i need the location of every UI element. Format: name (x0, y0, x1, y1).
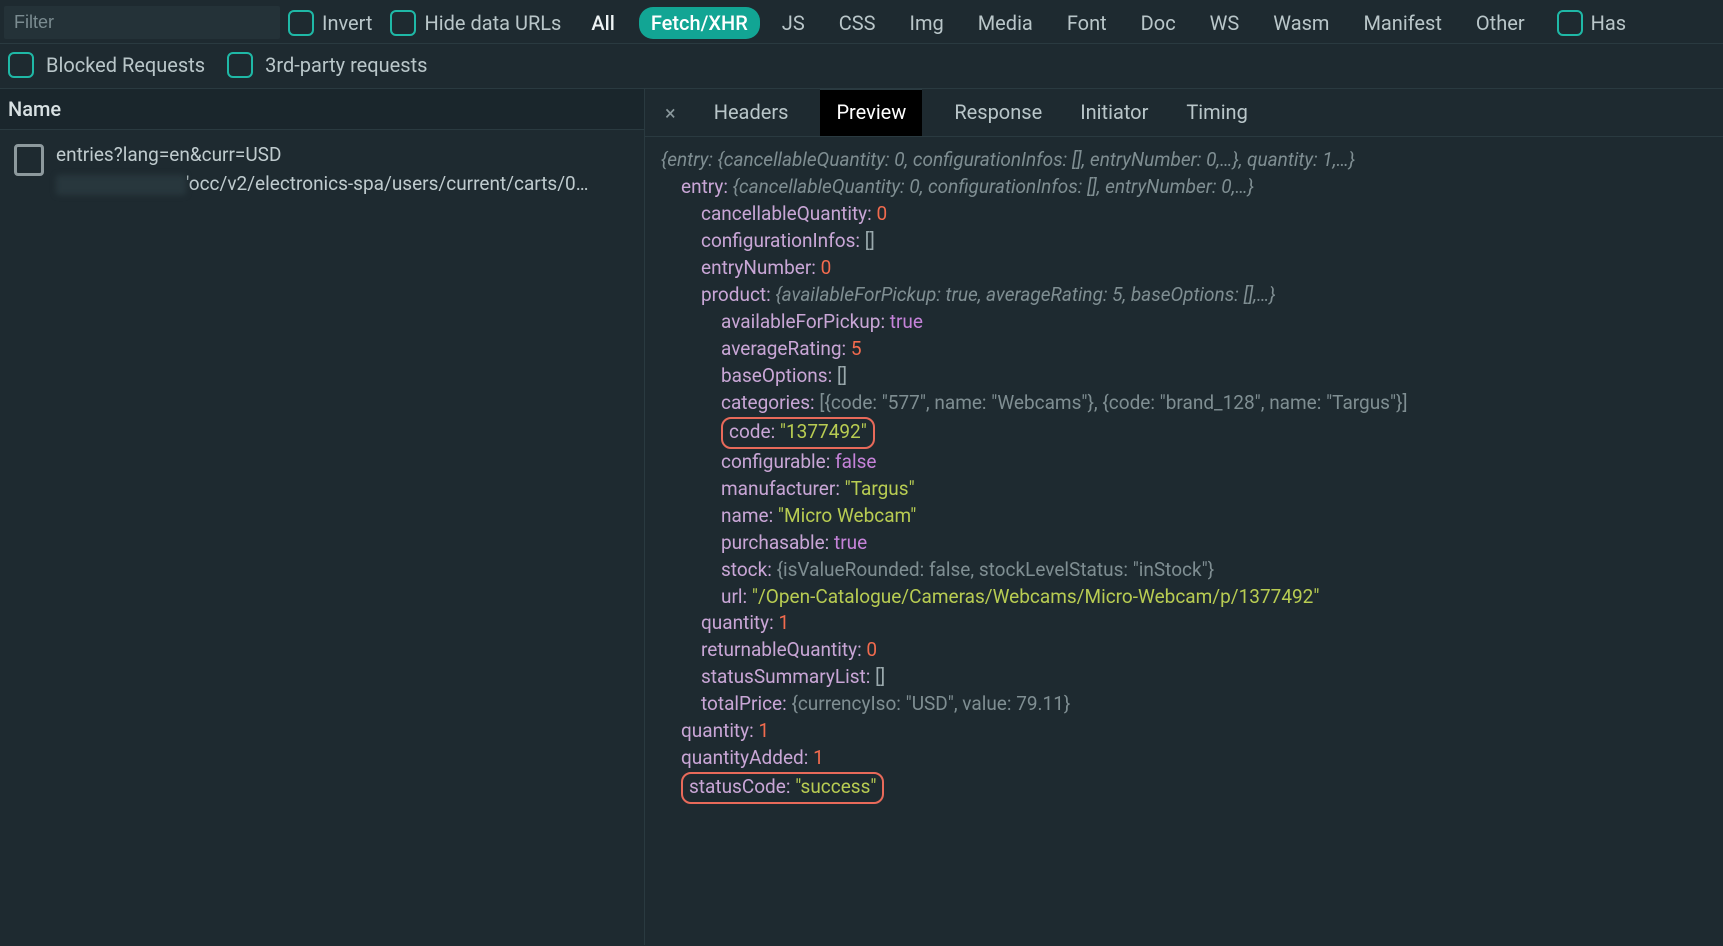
blocked-requests-checkbox[interactable] (8, 52, 34, 78)
close-icon[interactable]: × (659, 97, 682, 129)
highlight-statusCode: statusCode: "success" (681, 772, 884, 804)
request-list-pane: Name entries?lang=en&curr=USD 'occ/v2/el… (0, 89, 645, 945)
detail-tabbar: × Headers Preview Response Initiator Timing (645, 89, 1723, 137)
json-key-returnableQuantity[interactable]: returnableQuantity: 0 (661, 637, 1707, 664)
third-party-label: 3rd-party requests (265, 53, 427, 77)
json-key-categories[interactable]: categories: [{code: "577", name: "Webcam… (661, 390, 1707, 417)
type-filter-font[interactable]: Font (1055, 7, 1119, 39)
request-type-icon (14, 144, 44, 176)
tab-preview[interactable]: Preview (820, 89, 922, 136)
request-row[interactable]: entries?lang=en&curr=USD 'occ/v2/electro… (0, 130, 644, 209)
json-key-statusSummaryList[interactable]: statusSummaryList: [] (661, 664, 1707, 691)
tab-headers[interactable]: Headers (708, 90, 795, 136)
column-header-name[interactable]: Name (0, 89, 644, 130)
json-key-statusCode[interactable]: statusCode: "success" (661, 772, 1707, 804)
type-filter-js[interactable]: JS (770, 7, 817, 39)
tab-response[interactable]: Response (948, 90, 1048, 136)
hide-data-urls-label: Hide data URLs (424, 11, 561, 35)
json-key-cancellableQuantity[interactable]: cancellableQuantity: 0 (661, 201, 1707, 228)
json-key-code[interactable]: code: "1377492" (661, 417, 1707, 449)
json-key-totalPrice[interactable]: totalPrice: {currencyIso: "USD", value: … (661, 691, 1707, 718)
invert-checkbox[interactable] (288, 10, 314, 36)
highlight-code: code: "1377492" (721, 417, 875, 449)
json-key-configurationInfos[interactable]: configurationInfos: [] (661, 228, 1707, 255)
blocked-requests-label: Blocked Requests (46, 53, 205, 77)
has-blocked-cookies-checkbox[interactable] (1557, 10, 1583, 36)
request-name: entries?lang=en&curr=USD 'occ/v2/electro… (56, 140, 588, 199)
type-filter-media[interactable]: Media (966, 7, 1045, 39)
json-key-configurable[interactable]: configurable: false (661, 449, 1707, 476)
tab-timing[interactable]: Timing (1180, 90, 1253, 136)
type-filter-fetchxhr[interactable]: Fetch/XHR (639, 7, 760, 39)
preview-json-tree[interactable]: {entry: {cancellableQuantity: 0, configu… (645, 137, 1723, 824)
json-key-stock[interactable]: stock: {isValueRounded: false, stockLeve… (661, 557, 1707, 584)
json-key-availableForPickup[interactable]: availableForPickup: true (661, 309, 1707, 336)
json-key-purchasable[interactable]: purchasable: true (661, 530, 1707, 557)
request-name-line2: 'occ/v2/electronics-spa/users/current/ca… (56, 169, 588, 198)
json-key-quantity[interactable]: quantity: 1 (661, 610, 1707, 637)
hide-data-urls-checkbox[interactable] (390, 10, 416, 36)
json-key-top-quantity[interactable]: quantity: 1 (661, 718, 1707, 745)
type-filter-css[interactable]: CSS (827, 7, 888, 39)
type-filter-wasm[interactable]: Wasm (1261, 7, 1341, 39)
json-key-entry[interactable]: entry: {cancellableQuantity: 0, configur… (661, 174, 1707, 201)
network-filter-toolbar: Invert Hide data URLs All Fetch/XHR JS CSS I… (0, 0, 1723, 44)
type-filter-other[interactable]: Other (1464, 7, 1537, 39)
json-key-product[interactable]: product: {availableForPickup: true, aver… (661, 282, 1707, 309)
json-key-baseOptions[interactable]: baseOptions: [] (661, 363, 1707, 390)
type-filter-all[interactable]: All (579, 7, 626, 39)
json-key-manufacturer[interactable]: manufacturer: "Targus" (661, 476, 1707, 503)
invert-label: Invert (322, 11, 372, 35)
type-filter-doc[interactable]: Doc (1129, 7, 1188, 39)
type-filter-img[interactable]: Img (898, 7, 956, 39)
has-label: Has (1591, 11, 1626, 35)
json-key-entryNumber[interactable]: entryNumber: 0 (661, 255, 1707, 282)
json-key-quantityAdded[interactable]: quantityAdded: 1 (661, 745, 1707, 772)
json-root-summary[interactable]: {entry: {cancellableQuantity: 0, configu… (661, 147, 1707, 174)
json-key-name[interactable]: name: "Micro Webcam" (661, 503, 1707, 530)
json-key-averageRating[interactable]: averageRating: 5 (661, 336, 1707, 363)
json-key-url[interactable]: url: "/Open-Catalogue/Cameras/Webcams/Mi… (661, 584, 1707, 611)
request-name-line1: entries?lang=en&curr=USD (56, 140, 588, 169)
network-filter-toolbar-row2: Blocked Requests 3rd-party requests (0, 44, 1723, 89)
filter-input[interactable] (4, 6, 280, 39)
third-party-checkbox[interactable] (227, 52, 253, 78)
type-filter-manifest[interactable]: Manifest (1351, 7, 1453, 39)
type-filter-ws[interactable]: WS (1198, 7, 1252, 39)
tab-initiator[interactable]: Initiator (1074, 90, 1154, 136)
request-detail-pane: × HeadersPreviewResponseInitiatorTiming … (645, 89, 1723, 945)
redacted-host (56, 175, 186, 195)
